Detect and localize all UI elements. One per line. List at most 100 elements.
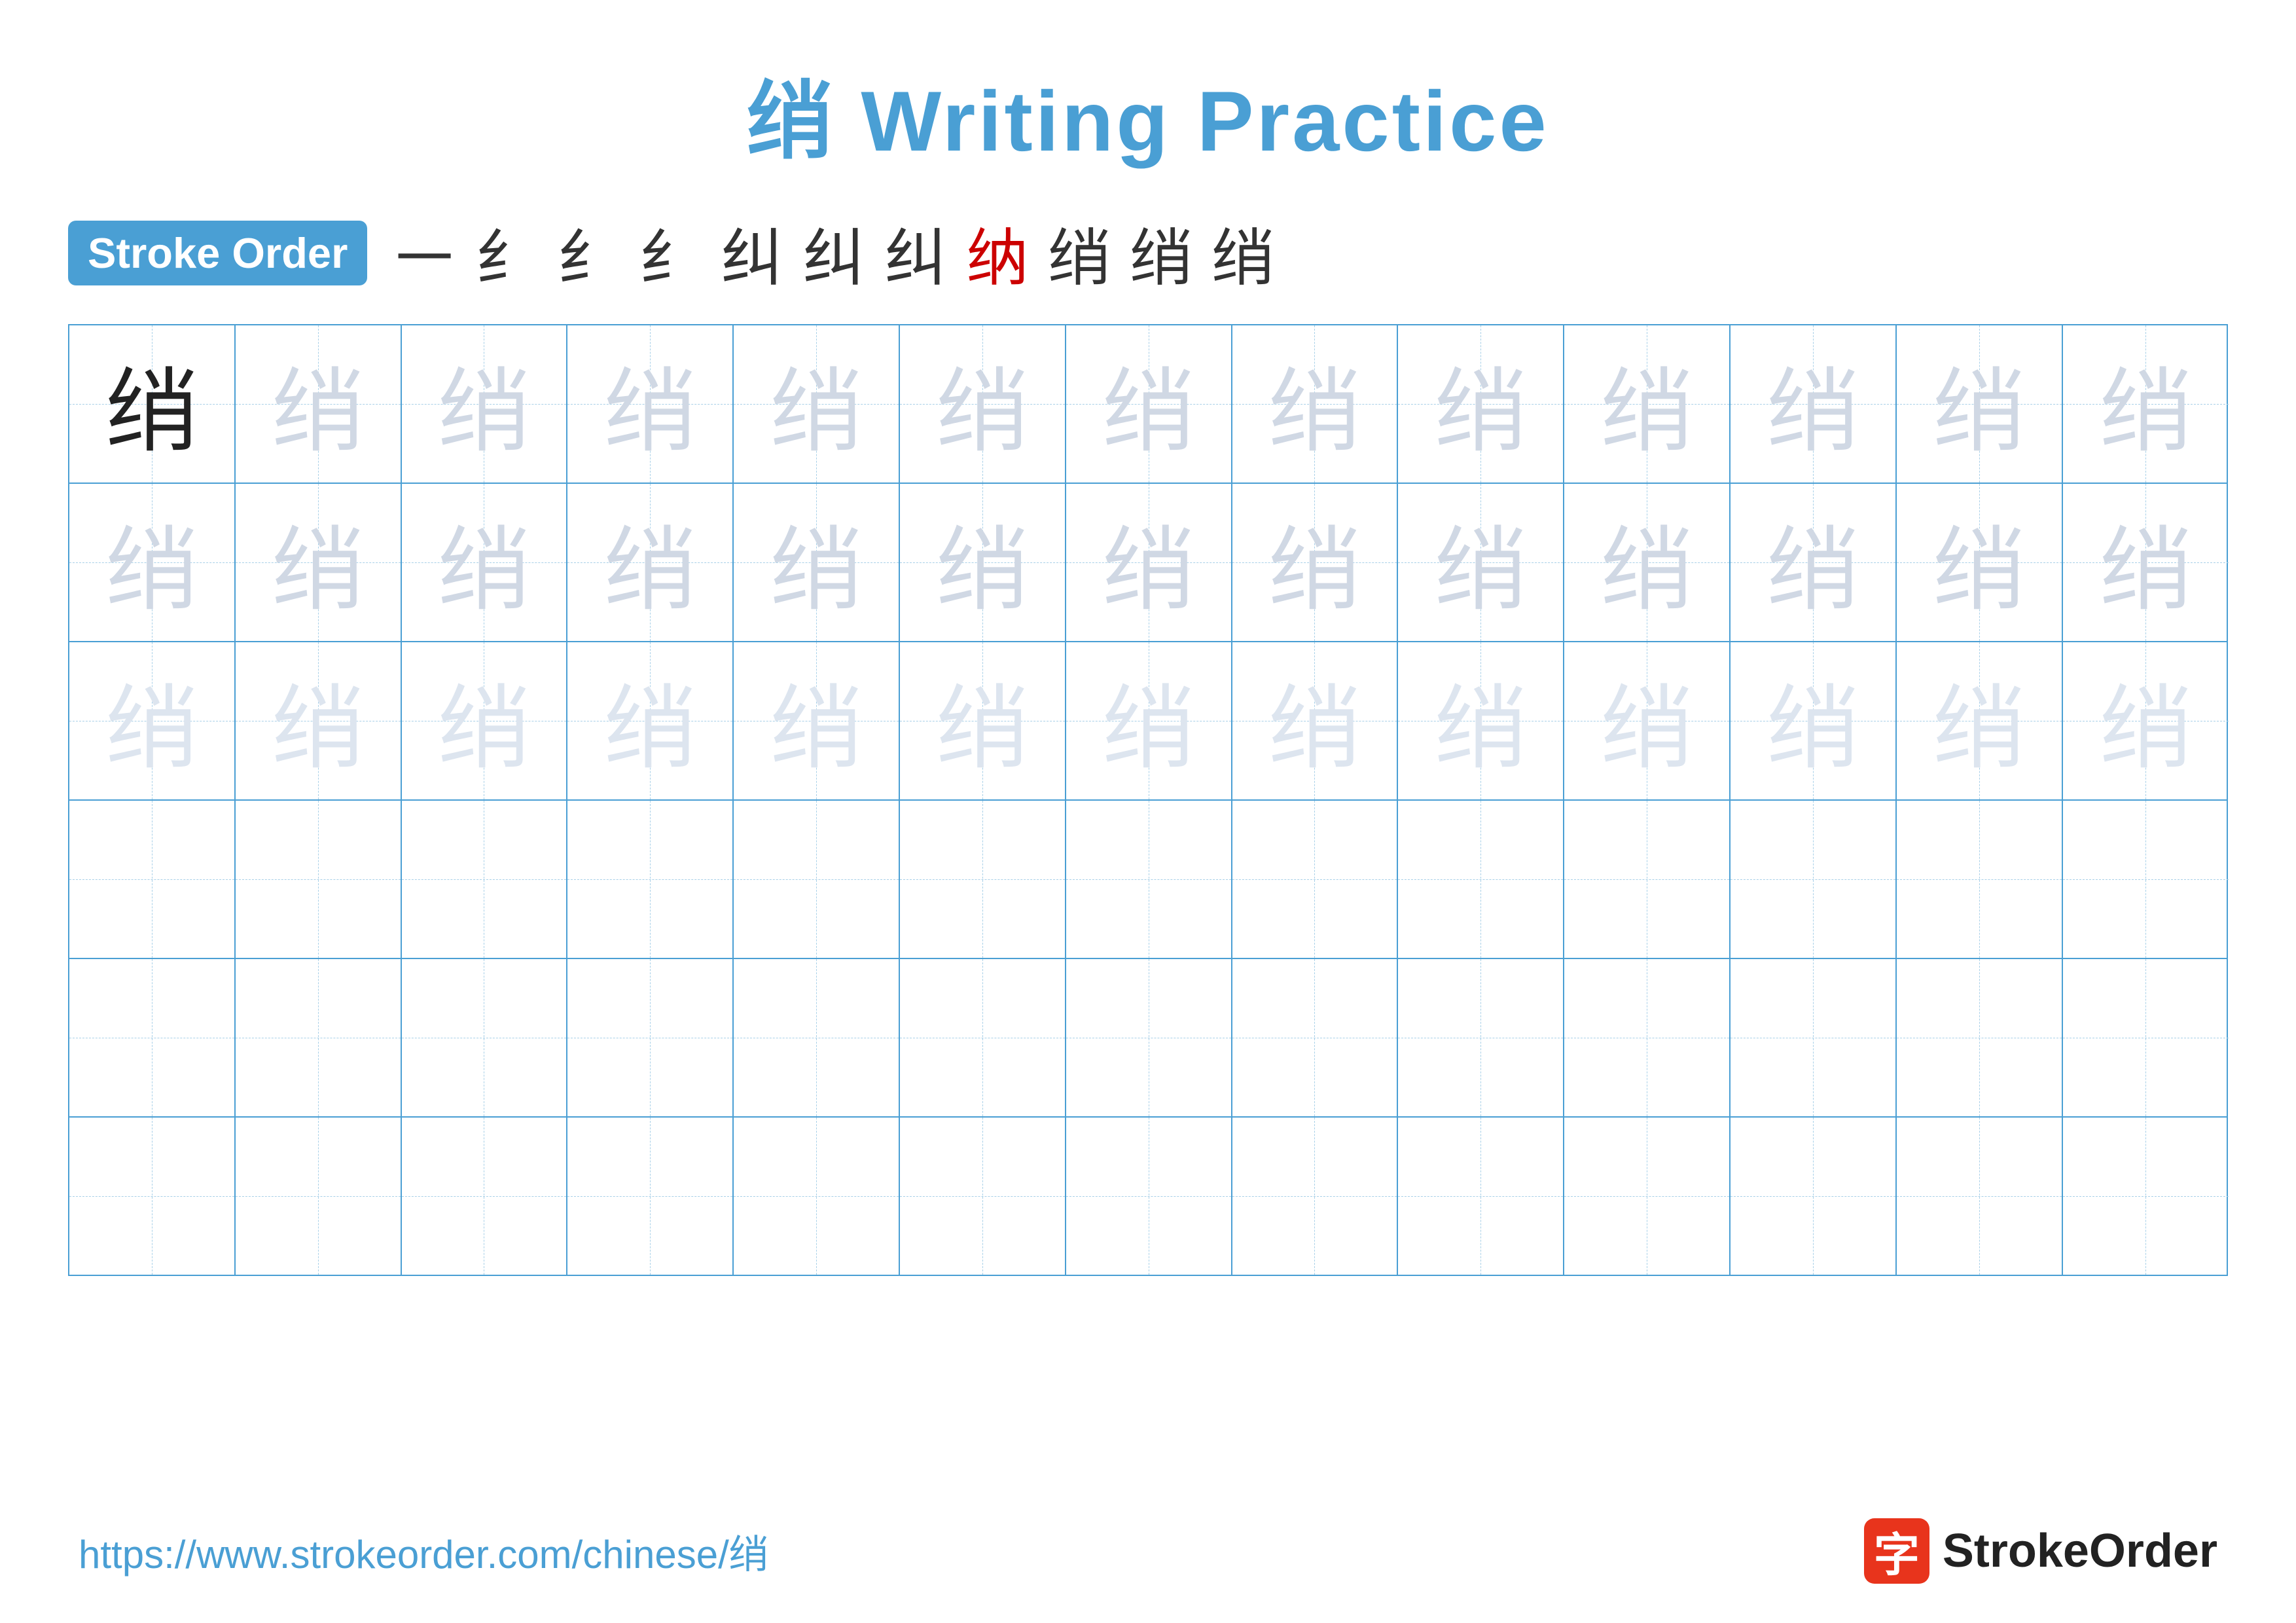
- cell-5-2: [236, 959, 402, 1116]
- cell-5-13: [2063, 959, 2229, 1116]
- cell-2-8: 绡: [1232, 484, 1399, 641]
- cell-3-7: 绡: [1066, 642, 1232, 799]
- cell-1-2: 绡: [236, 325, 402, 483]
- stroke-char-2: 纟: [475, 208, 537, 298]
- cell-6-11: [1731, 1118, 1897, 1275]
- page-title: 绡 Writing Practice: [747, 52, 1549, 175]
- char-1-3: 绡: [438, 338, 529, 470]
- char-1-8: 绡: [1268, 338, 1360, 470]
- stroke-char-5: 纠: [721, 208, 783, 298]
- grid-row-5: [69, 959, 2227, 1118]
- char-2-10: 绡: [1601, 496, 1693, 629]
- cell-6-4: [567, 1118, 734, 1275]
- practice-grid: 绡 绡 绡 绡 绡 绡 绡 绡 绡 绡 绡 绡 绡 绡 绡 绡 绡 绡 绡 绡 …: [68, 324, 2228, 1276]
- grid-row-4: [69, 801, 2227, 959]
- cell-5-6: [900, 959, 1066, 1116]
- grid-row-1: 绡 绡 绡 绡 绡 绡 绡 绡 绡 绡 绡 绡 绡: [69, 325, 2227, 484]
- char-3-9: 绡: [1435, 655, 1526, 787]
- cell-5-8: [1232, 959, 1399, 1116]
- char-3-6: 绡: [937, 655, 1028, 787]
- cell-3-3: 绡: [402, 642, 568, 799]
- grid-row-6: [69, 1118, 2227, 1275]
- cell-3-4: 绡: [567, 642, 734, 799]
- stroke-char-6: 纠: [802, 208, 865, 298]
- cell-2-4: 绡: [567, 484, 734, 641]
- char-2-12: 绡: [1933, 496, 2025, 629]
- char-3-8: 绡: [1268, 655, 1360, 787]
- cell-4-11: [1731, 801, 1897, 958]
- cell-1-10: 绡: [1564, 325, 1731, 483]
- cell-1-8: 绡: [1232, 325, 1399, 483]
- cell-2-9: 绡: [1398, 484, 1564, 641]
- char-2-4: 绡: [604, 496, 696, 629]
- char-1-2: 绡: [272, 338, 364, 470]
- char-1-6: 绡: [937, 338, 1028, 470]
- grid-row-3: 绡 绡 绡 绡 绡 绡 绡 绡 绡 绡 绡 绡 绡: [69, 642, 2227, 801]
- cell-1-7: 绡: [1066, 325, 1232, 483]
- cell-3-6: 绡: [900, 642, 1066, 799]
- cell-1-1: 绡: [69, 325, 236, 483]
- stroke-char-4: 纟: [639, 208, 701, 298]
- cell-6-6: [900, 1118, 1066, 1275]
- char-2-11: 绡: [1767, 496, 1859, 629]
- cell-5-3: [402, 959, 568, 1116]
- cell-4-5: [734, 801, 900, 958]
- cell-5-11: [1731, 959, 1897, 1116]
- cell-6-9: [1398, 1118, 1564, 1275]
- footer-logo: 字 StrokeOrder: [1864, 1518, 2217, 1584]
- stroke-order-badge: Stroke Order: [68, 221, 367, 285]
- stroke-char-8: 纳: [966, 208, 1028, 298]
- char-1-4: 绡: [604, 338, 696, 470]
- cell-3-1: 绡: [69, 642, 236, 799]
- cell-4-6: [900, 801, 1066, 958]
- cell-3-10: 绡: [1564, 642, 1731, 799]
- cell-2-6: 绡: [900, 484, 1066, 641]
- cell-5-5: [734, 959, 900, 1116]
- char-3-10: 绡: [1601, 655, 1693, 787]
- char-1-11: 绡: [1767, 338, 1859, 470]
- cell-1-5: 绡: [734, 325, 900, 483]
- footer-logo-text: StrokeOrder: [1943, 1524, 2217, 1578]
- cell-6-2: [236, 1118, 402, 1275]
- cell-4-1: [69, 801, 236, 958]
- cell-4-12: [1897, 801, 2063, 958]
- cell-1-11: 绡: [1731, 325, 1897, 483]
- cell-2-7: 绡: [1066, 484, 1232, 641]
- cell-4-2: [236, 801, 402, 958]
- char-3-12: 绡: [1933, 655, 2025, 787]
- char-3-3: 绡: [438, 655, 529, 787]
- cell-4-9: [1398, 801, 1564, 958]
- char-3-2: 绡: [272, 655, 364, 787]
- char-2-5: 绡: [770, 496, 862, 629]
- cell-3-5: 绡: [734, 642, 900, 799]
- cell-5-12: [1897, 959, 2063, 1116]
- cell-6-1: [69, 1118, 236, 1275]
- cell-3-12: 绡: [1897, 642, 2063, 799]
- cell-4-3: [402, 801, 568, 958]
- cell-3-2: 绡: [236, 642, 402, 799]
- char-2-8: 绡: [1268, 496, 1360, 629]
- char-1-13: 绡: [2100, 338, 2191, 470]
- cell-2-10: 绡: [1564, 484, 1731, 641]
- cell-4-13: [2063, 801, 2229, 958]
- cell-3-11: 绡: [1731, 642, 1897, 799]
- cell-1-3: 绡: [402, 325, 568, 483]
- char-1-5: 绡: [770, 338, 862, 470]
- char-2-6: 绡: [937, 496, 1028, 629]
- cell-1-6: 绡: [900, 325, 1066, 483]
- cell-3-13: 绡: [2063, 642, 2229, 799]
- char-1-12: 绡: [1933, 338, 2025, 470]
- cell-4-10: [1564, 801, 1731, 958]
- cell-5-10: [1564, 959, 1731, 1116]
- cell-1-4: 绡: [567, 325, 734, 483]
- char-3-1: 绡: [106, 655, 198, 787]
- stroke-char-10: 绡: [1130, 208, 1193, 298]
- cell-6-10: [1564, 1118, 1731, 1275]
- cell-5-4: [567, 959, 734, 1116]
- stroke-char-3: 纟: [557, 208, 619, 298]
- char-2-13: 绡: [2100, 496, 2191, 629]
- cell-6-3: [402, 1118, 568, 1275]
- cell-4-7: [1066, 801, 1232, 958]
- cell-6-13: [2063, 1118, 2229, 1275]
- footer: https://www.strokeorder.com/chinese/绡 字 …: [0, 1518, 2296, 1584]
